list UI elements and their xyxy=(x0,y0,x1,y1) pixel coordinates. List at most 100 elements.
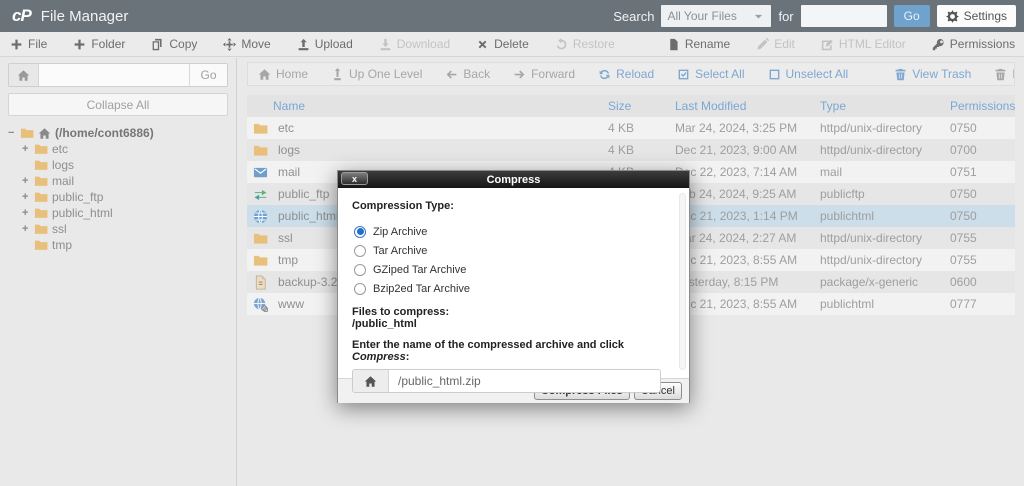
folder-icon xyxy=(34,206,48,220)
folder-icon xyxy=(34,238,48,252)
brand: cP File Manager xyxy=(12,6,128,26)
tree-item-public_ftp[interactable]: +public_ftp xyxy=(8,189,228,205)
toolbar-item-rename[interactable]: Rename xyxy=(667,37,730,51)
tree-item-homecont6886[interactable]: −(/home/cont6886) xyxy=(8,125,228,141)
toolbar-item-permissions[interactable]: Permissions xyxy=(932,37,1015,51)
folder-icon xyxy=(253,143,269,158)
tree-toggle[interactable]: + xyxy=(22,223,34,235)
dialog-scrollbar[interactable] xyxy=(679,193,686,370)
tree-toggle[interactable]: + xyxy=(22,175,34,187)
permissions-cell: 0755 xyxy=(950,231,1015,245)
navbar-item-up-one-level[interactable]: Up One Level xyxy=(331,67,422,81)
column-header-name[interactable]: Name xyxy=(247,99,608,113)
toolbar-item-label: Rename xyxy=(685,37,730,51)
tree-toggle[interactable]: + xyxy=(22,207,34,219)
column-header-permissions[interactable]: Permissions xyxy=(950,99,1015,113)
toolbar-item-delete[interactable]: Delete xyxy=(476,37,529,51)
tree-toggle[interactable]: + xyxy=(22,191,34,203)
path-input[interactable] xyxy=(39,64,189,86)
table-row-logs[interactable]: logs4 KBDec 21, 2023, 9:00 AMhttpd/unix-… xyxy=(247,139,1015,161)
toolbar-item-folder[interactable]: Folder xyxy=(73,37,125,51)
last-modified-cell: Dec 21, 2023, 8:55 AM xyxy=(675,253,820,267)
permissions-cell: 0600 xyxy=(950,275,1015,289)
toolbar-item-upload[interactable]: Upload xyxy=(297,37,353,51)
tree-toggle[interactable]: + xyxy=(22,143,34,155)
folder-icon xyxy=(253,231,268,246)
collapse-all-button[interactable]: Collapse All xyxy=(8,93,228,116)
name-cell: etc xyxy=(247,121,608,136)
path-home-button[interactable] xyxy=(9,64,39,86)
permissions-cell: 0700 xyxy=(950,143,1015,157)
folder-icon xyxy=(34,174,48,188)
permissions-cell: 0750 xyxy=(950,209,1015,223)
table-row-etc[interactable]: etc4 KBMar 24, 2024, 3:25 PMhttpd/unix-d… xyxy=(247,117,1015,139)
dialog-close-button[interactable]: x xyxy=(341,172,368,185)
home-icon xyxy=(38,127,51,140)
forward-icon xyxy=(513,68,526,81)
search-go-button[interactable]: Go xyxy=(894,5,930,27)
navbar-item-view-trash[interactable]: View Trash xyxy=(894,67,971,81)
toolbar-item-copy[interactable]: Copy xyxy=(151,37,197,51)
folder-icon xyxy=(34,190,48,204)
compression-option-gziped-tar-archive[interactable]: GZiped Tar Archive xyxy=(354,260,673,279)
radio-unselected[interactable] xyxy=(354,245,366,257)
files-to-compress-label: Files to compress: xyxy=(352,306,673,318)
radio-unselected[interactable] xyxy=(354,283,366,295)
toolbar-item-move[interactable]: Move xyxy=(223,37,270,51)
instruction-colon: : xyxy=(406,351,410,363)
home-icon xyxy=(258,68,271,81)
chevron-down-icon xyxy=(752,10,765,23)
file-name: public_html xyxy=(278,209,339,223)
toolbar-item-label: Upload xyxy=(315,37,353,51)
radio-unselected[interactable] xyxy=(354,264,366,276)
last-modified-cell: Dec 21, 2023, 8:55 AM xyxy=(675,297,820,311)
navbar-item-select-all[interactable]: Select All xyxy=(677,67,744,81)
compression-option-bzip2ed-tar-archive[interactable]: Bzip2ed Tar Archive xyxy=(354,279,673,298)
edit-icon xyxy=(756,38,769,51)
dialog-body: Compression Type: Zip ArchiveTar Archive… xyxy=(338,188,689,378)
navbar-item-home[interactable]: Home xyxy=(258,67,308,81)
compression-option-tar-archive[interactable]: Tar Archive xyxy=(354,241,673,260)
column-header-type[interactable]: Type xyxy=(820,99,950,113)
tree-item-label: etc xyxy=(52,142,68,156)
compression-option-zip-archive[interactable]: Zip Archive xyxy=(354,222,673,241)
tree-item-public_html[interactable]: +public_html xyxy=(8,205,228,221)
tree-item-etc[interactable]: + etc xyxy=(8,141,228,157)
archive-name-input[interactable] xyxy=(389,370,660,392)
name-cell: logs xyxy=(247,143,608,158)
folder-icon xyxy=(20,126,34,140)
search-input[interactable] xyxy=(801,5,887,27)
toolbar-item-edit: Edit xyxy=(756,37,795,51)
navbar-item-reload[interactable]: Reload xyxy=(598,67,654,81)
file-icon xyxy=(253,275,268,290)
gear-icon xyxy=(946,10,959,23)
folder-icon xyxy=(253,253,269,268)
tree-item-tmp[interactable]: tmp xyxy=(8,237,228,253)
column-header-last-modified[interactable]: Last Modified xyxy=(675,99,820,113)
rename-icon xyxy=(667,38,680,51)
type-cell: httpd/unix-directory xyxy=(820,253,950,267)
settings-button[interactable]: Settings xyxy=(937,5,1016,27)
navbar-item-empty-trash[interactable]: Empty Trash xyxy=(994,67,1015,81)
column-header-size[interactable]: Size xyxy=(608,99,675,113)
tree-item-label: tmp xyxy=(52,238,72,252)
navbar-item-unselect-all[interactable]: Unselect All xyxy=(768,67,849,81)
mail-icon xyxy=(253,165,269,180)
table-header-row: NameSizeLast ModifiedTypePermissions xyxy=(247,95,1015,117)
folder-icon xyxy=(34,158,48,172)
navbar-item-forward[interactable]: Forward xyxy=(513,67,575,81)
settings-label: Settings xyxy=(964,9,1007,23)
navbar-item-back[interactable]: Back xyxy=(445,67,490,81)
last-modified-cell: Mar 24, 2024, 2:27 AM xyxy=(675,231,820,245)
tree-item-mail[interactable]: +mail xyxy=(8,173,228,189)
search-scope-select[interactable]: All Your Files xyxy=(661,5,771,27)
path-go-button[interactable]: Go xyxy=(189,64,227,86)
tree-item-ssl[interactable]: +ssl xyxy=(8,221,228,237)
compression-option-label: Bzip2ed Tar Archive xyxy=(373,283,470,295)
toolbar-item-file[interactable]: File xyxy=(10,37,47,51)
radio-selected[interactable] xyxy=(354,226,366,238)
delete-icon xyxy=(476,38,489,51)
tree-toggle[interactable]: − xyxy=(8,127,20,139)
for-label: for xyxy=(778,9,793,24)
tree-item-logs[interactable]: logs xyxy=(8,157,228,173)
